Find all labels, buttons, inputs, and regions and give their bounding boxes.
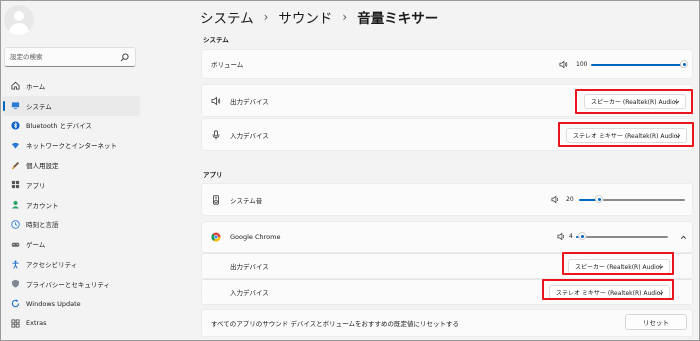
sidebar-item-extras[interactable]: Extras (2, 314, 140, 334)
chrome-volume-value: 4 (569, 233, 573, 240)
chrome-input-label: 入力デバイス (230, 289, 269, 297)
chrome-slider-track[interactable] (586, 236, 668, 238)
sidebar-item-home[interactable]: ホーム (2, 76, 140, 96)
breadcrumb: システム › サウンド › 音量ミキサー (200, 7, 438, 27)
sidebar-item-system[interactable]: システム (2, 95, 140, 116)
accessibility-icon (10, 259, 20, 269)
system-volume-slider-fill (591, 64, 683, 66)
system-volume-slider-thumb[interactable] (680, 60, 688, 68)
input-device-label: 入力デバイス (230, 131, 269, 140)
sidebar-item-accounts[interactable]: アカウント (2, 195, 140, 215)
app-row-google-chrome[interactable]: Google Chrome 4 (201, 221, 693, 253)
sidebar-item-label: Windows Update (26, 299, 81, 308)
app-label-google-chrome: Google Chrome (230, 233, 281, 241)
time-language-icon (10, 219, 20, 229)
system-icon (10, 101, 20, 111)
system-sounds-slider-track[interactable] (603, 199, 685, 201)
search-box[interactable] (4, 47, 136, 67)
home-icon (10, 81, 20, 91)
search-icon[interactable] (120, 53, 129, 62)
avatar[interactable] (4, 5, 34, 35)
sidebar-item-label: Extras (26, 319, 47, 328)
sidebar-item-personalization[interactable]: 個人用設定 (2, 155, 140, 175)
sidebar-item-label: システム (26, 102, 52, 111)
breadcrumb-separator: › (263, 10, 269, 24)
speaker-icon (211, 96, 221, 105)
sidebar-item-apps[interactable]: アプリ (2, 175, 140, 195)
sidebar-item-time-language[interactable]: 時刻と言語 (2, 215, 140, 235)
apps-icon (10, 180, 20, 190)
sidebar-item-label: 個人用設定 (26, 162, 59, 171)
highlight-box (558, 122, 694, 147)
sidebar-item-network[interactable]: ネットワークとインターネット (2, 135, 140, 155)
highlight-box (562, 252, 674, 275)
app-row-system-sounds: システム音 20 (201, 183, 693, 216)
sidebar-item-label: アカウント (26, 201, 59, 210)
account-icon (10, 200, 20, 210)
highlight-box (542, 279, 674, 300)
speaker-icon[interactable] (557, 232, 566, 241)
system-sounds-slider-thumb[interactable] (595, 195, 603, 203)
sidebar-item-label: ゲーム (26, 241, 46, 250)
privacy-icon (10, 279, 20, 289)
chrome-icon (211, 232, 221, 242)
system-volume-value: 100 (576, 61, 588, 68)
network-icon (10, 140, 20, 150)
volume-label: ボリューム (211, 61, 244, 69)
microphone-icon (212, 129, 220, 139)
sidebar-item-windows-update[interactable]: Windows Update (2, 294, 140, 314)
sidebar-item-label: Bluetooth とデバイス (26, 122, 92, 131)
chrome-slider-thumb[interactable] (578, 232, 586, 240)
section-title-system: システム (203, 36, 229, 44)
sidebar-item-privacy[interactable]: プライバシーとセキュリティ (2, 274, 140, 294)
sidebar-item-label: ホーム (26, 82, 46, 91)
personalization-icon (10, 160, 20, 170)
sidebar-item-label: アクセシビリティ (26, 261, 78, 270)
sidebar-item-bluetooth[interactable]: Bluetooth とデバイス (2, 116, 140, 136)
system-sounds-icon (213, 194, 219, 205)
sidebar-item-gaming[interactable]: ゲーム (2, 234, 140, 254)
app-label-system-sounds: システム音 (230, 196, 263, 205)
sidebar-item-accessibility[interactable]: アクセシビリティ (2, 254, 140, 274)
output-device-label: 出力デバイス (230, 97, 269, 106)
reset-row: すべてのアプリのサウンド デバイスとボリュームをおすすめの既定値にリセットする (201, 309, 693, 337)
speaker-icon[interactable] (559, 60, 568, 69)
bluetooth-icon (10, 120, 20, 130)
reset-description: すべてのアプリのサウンド デバイスとボリュームをおすすめの既定値にリセットする (211, 320, 459, 328)
highlight-box (575, 89, 693, 114)
chevron-up-icon[interactable] (680, 234, 687, 241)
breadcrumb-system[interactable]: システム (200, 7, 254, 27)
search-input[interactable] (10, 53, 120, 61)
extras-icon (10, 318, 20, 328)
system-sounds-volume-value: 20 (566, 196, 574, 203)
breadcrumb-separator: › (342, 10, 348, 24)
speaker-icon[interactable] (551, 195, 560, 204)
sidebar-item-label: 時刻と言語 (26, 221, 59, 230)
page-title: 音量ミキサー (357, 11, 439, 27)
gaming-icon (10, 239, 20, 249)
sidebar-nav: ホーム システム Bluetooth とデバイス ネットワークとインターネット … (0, 76, 142, 333)
system-volume-row: ボリューム 100 (201, 49, 693, 79)
reset-button[interactable]: リセット (625, 314, 687, 330)
chrome-output-label: 出力デバイス (230, 263, 269, 271)
sidebar-item-label: プライバシーとセキュリティ (26, 280, 110, 289)
section-title-apps: アプリ (203, 171, 223, 179)
windows-update-icon (10, 299, 20, 309)
sidebar-item-label: ネットワークとインターネット (26, 142, 117, 151)
sidebar-item-label: アプリ (26, 181, 46, 190)
breadcrumb-sound[interactable]: サウンド (278, 7, 332, 27)
